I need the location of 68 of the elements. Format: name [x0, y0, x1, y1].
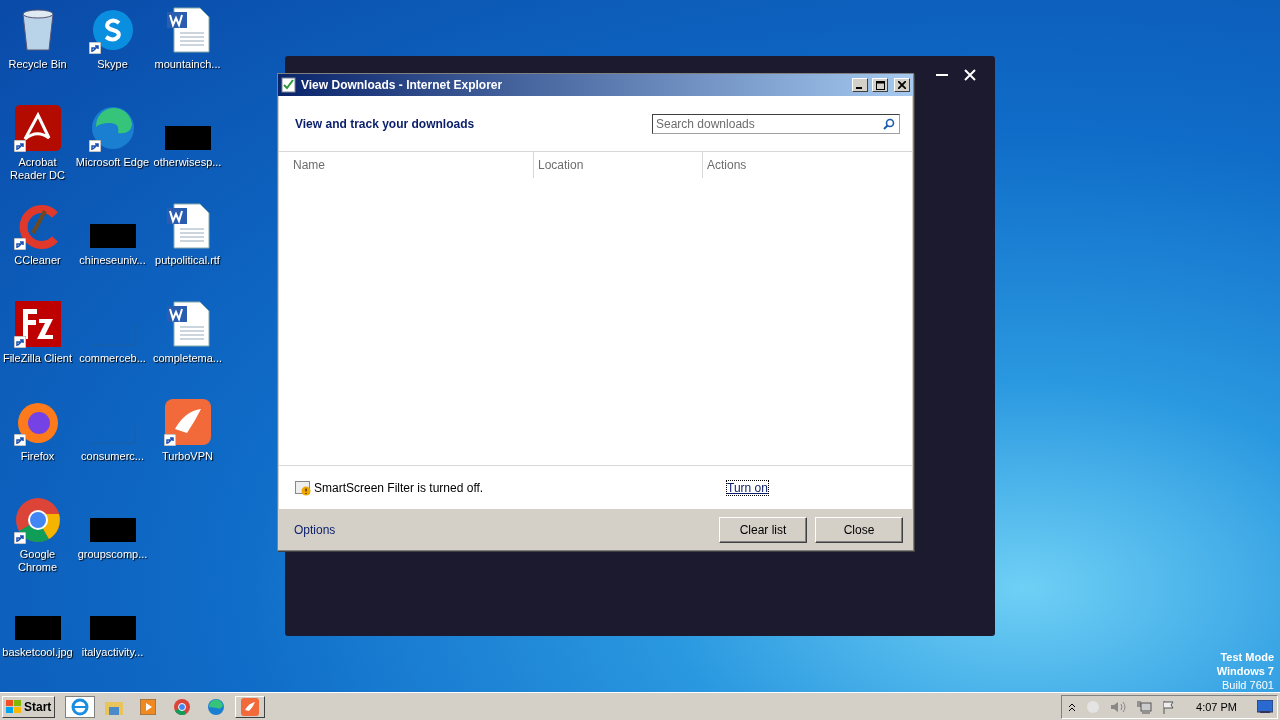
system-notice: Build 7601 — [1222, 678, 1274, 692]
downloads-icon — [281, 77, 297, 93]
desktop-icon-label[interactable]: basketcool.jpg — [2, 646, 73, 659]
redaction-block — [164, 126, 211, 150]
desktop-icon-label[interactable]: CCleaner — [14, 254, 61, 267]
turbovpn-icon — [164, 399, 211, 445]
acrobat-icon — [14, 105, 61, 151]
options-link[interactable]: Options — [294, 522, 711, 537]
network-icon[interactable] — [1136, 699, 1153, 714]
desktop-icon-label[interactable]: Firefox — [20, 450, 55, 463]
word-document-icon — [165, 203, 210, 249]
desktop-icon-label[interactable]: chineseuniv... — [79, 254, 146, 267]
maximize-icon — [875, 80, 885, 90]
dialog-button[interactable]: Close — [815, 516, 903, 543]
word-document-icon — [165, 301, 210, 347]
column-header[interactable]: Actions — [702, 152, 912, 178]
close-icon[interactable] — [963, 68, 977, 82]
word-document-icon — [165, 7, 210, 53]
recycle-bin-icon — [19, 8, 56, 52]
shield-warning-icon — [295, 479, 311, 496]
desktop-icon-label[interactable]: Google Chrome — [0, 548, 75, 574]
desktop-icon-label[interactable]: Recycle Bin — [8, 58, 67, 71]
redaction-block — [89, 224, 136, 248]
window-title: View Downloads - Internet Explorer — [301, 78, 504, 92]
turbovpn-icon — [241, 697, 260, 716]
desktop-icon-label[interactable]: TurboVPN — [162, 450, 213, 463]
chrome-icon — [14, 497, 61, 543]
windows-logo-icon — [6, 699, 22, 714]
system-notice: Test Mode — [1220, 650, 1274, 664]
edge-icon — [89, 105, 136, 151]
turn-on-link[interactable]: Turn on — [727, 480, 768, 495]
column-header[interactable]: Name — [279, 152, 533, 178]
redaction-block — [89, 616, 136, 640]
media-player-icon — [140, 698, 157, 715]
desktop-icon-label[interactable]: otherwisesp... — [153, 156, 222, 169]
clock[interactable]: 4:07 PM — [1196, 700, 1237, 713]
close-button[interactable] — [894, 78, 910, 92]
dialog-heading: View and track your downloads — [295, 116, 475, 131]
desktop-icon-label[interactable]: mountainch... — [154, 58, 221, 71]
column-header[interactable]: Location — [533, 152, 702, 178]
start-button[interactable]: Start — [2, 695, 56, 718]
desktop-icon-label[interactable]: Microsoft Edge — [75, 156, 150, 169]
close-icon — [898, 81, 906, 89]
search-field[interactable]: Search downloads — [652, 113, 900, 134]
system-notice: Windows 7 — [1216, 664, 1274, 678]
redaction-block — [14, 616, 61, 640]
desktop-icon-label[interactable]: FileZilla Client — [2, 352, 73, 365]
flag-icon[interactable] — [1162, 699, 1177, 714]
desktop-icon-label[interactable]: consumerc... — [81, 450, 144, 463]
desktop-icon-label[interactable]: commerceb... — [79, 352, 146, 365]
desktop-icon-label[interactable]: Skype — [97, 58, 128, 71]
smartscreen-message: SmartScreen Filter is turned off. — [314, 480, 485, 495]
chevron-up-icon[interactable] — [1068, 701, 1077, 712]
chrome-icon — [173, 697, 192, 716]
filezilla-icon — [14, 301, 61, 347]
dialog-button[interactable]: Clear list — [719, 516, 807, 543]
show-desktop-icon[interactable] — [1257, 699, 1273, 714]
desktop-icon-label[interactable]: Acrobat Reader DC — [0, 156, 75, 182]
desktop-icon-label[interactable]: putpolitical.rtf — [155, 254, 220, 267]
maximize-button[interactable] — [872, 78, 888, 92]
desktop-icon-label[interactable]: italyactivity... — [81, 646, 144, 659]
internet-explorer-icon — [71, 697, 90, 716]
search-icon[interactable] — [883, 117, 895, 130]
edge-icon — [207, 697, 226, 716]
minimize-button[interactable] — [852, 78, 868, 92]
redaction-block — [89, 518, 136, 542]
desktop-icon-label[interactable]: completema... — [152, 352, 223, 365]
desktop-icon-label[interactable]: groupscomp... — [77, 548, 148, 561]
